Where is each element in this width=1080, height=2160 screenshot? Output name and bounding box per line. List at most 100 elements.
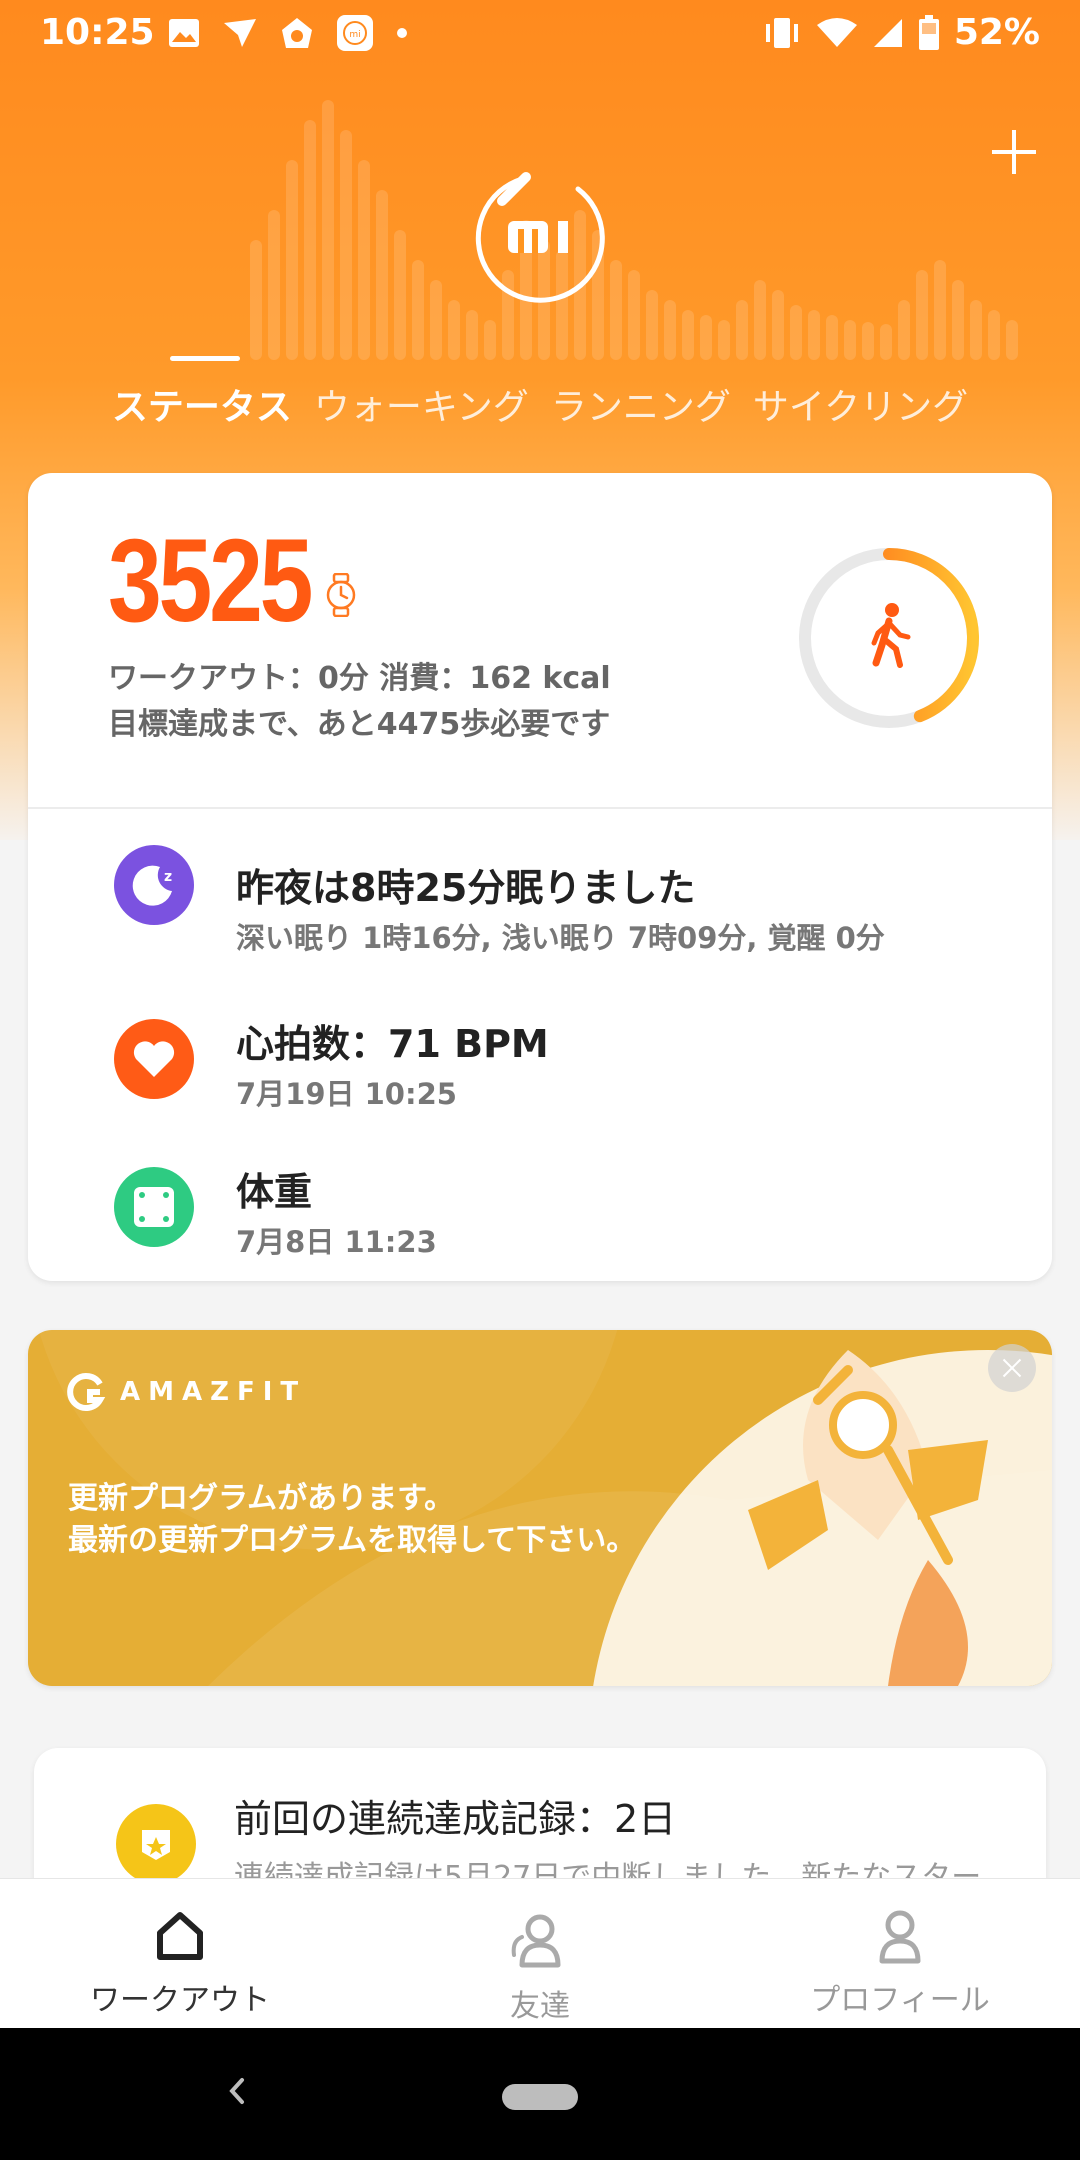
- decor-bar: [484, 320, 496, 360]
- profile-icon: [879, 1910, 921, 1964]
- home-pill[interactable]: [502, 2084, 578, 2110]
- step-count: 3525: [108, 515, 313, 647]
- amazfit-brand: AMAZFIT: [66, 1372, 306, 1412]
- decor-bar: [412, 260, 424, 360]
- decor-bar: [862, 322, 874, 360]
- amazfit-logo-icon: [67, 1373, 106, 1411]
- decor-bar: [736, 300, 748, 360]
- heart-row-icon: [114, 1019, 194, 1099]
- signal-icon: [873, 18, 902, 47]
- decor-bar: [628, 270, 640, 360]
- back-icon[interactable]: [222, 2076, 252, 2106]
- decor-bar: [250, 240, 262, 360]
- decor-bar: [916, 270, 928, 360]
- nav-workout-label: ワークアウト: [90, 1983, 270, 2018]
- workout-summary: ワークアウト：0分 消費：162 kcal: [108, 661, 611, 696]
- tab-cycling[interactable]: サイクリング: [753, 378, 968, 438]
- decor-bar: [646, 290, 658, 360]
- decor-bar: [466, 310, 478, 360]
- decor-bar: [808, 310, 820, 360]
- moon-icon: z: [132, 865, 172, 906]
- battery-percent: 52%: [953, 12, 1040, 53]
- weight-row-icon: [114, 1167, 194, 1247]
- card-divider: [28, 807, 1052, 809]
- promo-line-1: 更新プログラムがあります。: [68, 1481, 455, 1516]
- nav-profile-label: プロフィール: [810, 1983, 990, 2018]
- active-tab-indicator: [170, 356, 240, 361]
- goal-remaining: 目標達成まで、あと4475歩必要です: [108, 707, 611, 742]
- summary-card[interactable]: 3525 ワークアウト：0分 消費：162 kcal 目標達成まで、あと4475…: [28, 473, 1052, 1281]
- decor-bar: [286, 160, 298, 360]
- goal-progress-ring: [799, 548, 979, 728]
- heart-rate-time: 7月19日 10:25: [236, 1077, 457, 1111]
- promo-message: 更新プログラムがあります。 最新の更新プログラムを取得して下さい。: [68, 1478, 636, 1562]
- weight-title[interactable]: 体重: [236, 1161, 312, 1216]
- decor-bar: [340, 130, 352, 360]
- decor-bar: [898, 300, 910, 360]
- promo-line-2: 最新の更新プログラムを取得して下さい。: [68, 1523, 637, 1558]
- decor-bar: [988, 310, 1000, 360]
- nav-workout[interactable]: ワークアウト: [0, 1879, 360, 2029]
- mi-logo: [475, 172, 605, 303]
- decor-bar: [268, 210, 280, 360]
- activity-tabs: ステータス ウォーキング ランニング サイクリング: [0, 378, 1080, 438]
- tab-running[interactable]: ランニング: [551, 378, 731, 438]
- decor-bar: [826, 315, 838, 360]
- decor-bar: [448, 300, 460, 360]
- tab-status[interactable]: ステータス: [112, 378, 292, 438]
- decor-bar: [358, 160, 370, 360]
- heart-rate-title[interactable]: 心拍数：71 BPM: [236, 1013, 549, 1068]
- sleep-detail: 深い眠り 1時16分, 浅い眠り 7時09分, 覚醒 0分: [236, 921, 885, 955]
- sleep-row-icon: z: [114, 845, 194, 925]
- decor-bar: [880, 324, 892, 360]
- tab-walking[interactable]: ウォーキング: [314, 378, 529, 438]
- mi-fit-icon: mi: [337, 15, 373, 51]
- close-promo-button[interactable]: [988, 1344, 1036, 1392]
- wifi-icon: [816, 17, 857, 47]
- vibrate-icon: [765, 17, 798, 48]
- nav-profile[interactable]: プロフィール: [720, 1879, 1080, 2029]
- svg-text:mi: mi: [349, 30, 360, 40]
- status-bar: 10:25 mi 52%: [0, 0, 1080, 70]
- soccer-icon: [282, 18, 312, 48]
- decor-bar: [970, 300, 982, 360]
- notification-icons: mi: [168, 14, 408, 52]
- nav-friends-label: 友達: [510, 1989, 570, 2024]
- decor-bar: [790, 305, 802, 360]
- update-promo-card[interactable]: AMAZFIT 更新プログラムがあります。 最新の更新プログラムを取得して下さい…: [28, 1330, 1052, 1686]
- brand-name: AMAZFIT: [120, 1377, 307, 1407]
- decor-bar: [700, 315, 712, 360]
- decor-bar: [682, 310, 694, 360]
- streak-title: 前回の連続達成記録：2日: [234, 1797, 677, 1841]
- svg-text:z: z: [164, 869, 172, 885]
- dot-icon: [397, 28, 407, 38]
- decor-bar: [934, 260, 946, 360]
- add-button[interactable]: [982, 120, 1046, 184]
- sleep-title[interactable]: 昨夜は8時25分眠りました: [236, 857, 695, 912]
- system-icons: 52%: [762, 12, 1040, 53]
- battery-icon: [918, 14, 939, 50]
- scale-icon: [134, 1187, 174, 1227]
- heart-icon: [133, 1041, 175, 1077]
- decor-bar: [376, 190, 388, 360]
- decor-bar: [1006, 320, 1018, 360]
- bottom-navigation: ワークアウト 友達 プロフィール: [0, 1878, 1080, 2028]
- decor-bar: [322, 100, 334, 360]
- image-icon: [169, 19, 199, 47]
- weight-time: 7月8日 11:23: [236, 1225, 437, 1259]
- badge-icon: [116, 1804, 196, 1884]
- decor-bar: [610, 260, 622, 360]
- status-time: 10:25: [40, 12, 155, 53]
- decor-bar: [430, 280, 442, 360]
- decor-bar: [772, 290, 784, 360]
- decor-bar: [754, 280, 766, 360]
- decor-bar: [718, 320, 730, 360]
- decor-bar: [664, 300, 676, 360]
- friends-icon: [511, 1914, 561, 1968]
- watch-icon: [326, 573, 356, 617]
- activity-bars-decoration: [250, 60, 1050, 360]
- decor-bar: [394, 230, 406, 360]
- system-navigation-bar: [0, 2028, 1080, 2160]
- nav-friends[interactable]: 友達: [360, 1879, 720, 2029]
- decor-bar: [304, 120, 316, 360]
